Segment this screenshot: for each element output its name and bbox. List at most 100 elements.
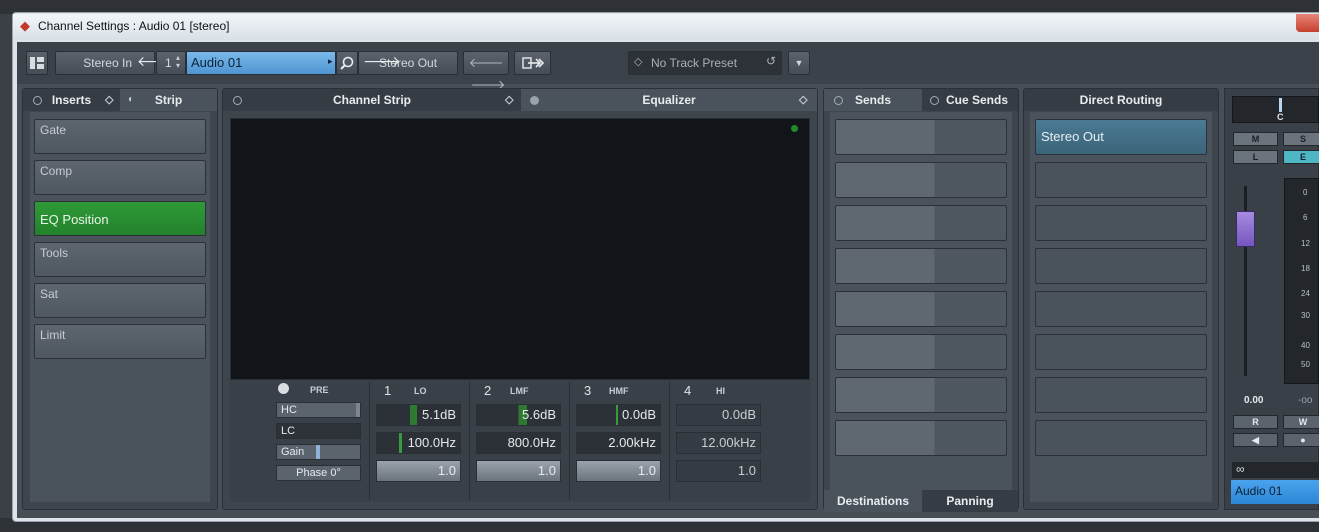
routing-slot[interactable] bbox=[1035, 377, 1207, 413]
strip-slot-limit[interactable]: Limit bbox=[34, 324, 206, 359]
channel-number-spinner[interactable]: 1 bbox=[156, 51, 186, 75]
track-preset-selector[interactable]: No Track Preset bbox=[628, 51, 782, 75]
reset-preset-icon[interactable]: ↺ bbox=[766, 54, 776, 68]
tab-strip[interactable]: ◐ Strip bbox=[120, 89, 217, 111]
band-2-name: LMF bbox=[510, 386, 529, 396]
edit-button[interactable]: E bbox=[1283, 150, 1319, 164]
band-divider bbox=[469, 382, 470, 500]
band-2-gain-field[interactable]: 5.6dB bbox=[476, 404, 561, 426]
find-track-button[interactable] bbox=[336, 51, 358, 75]
send-slot[interactable] bbox=[835, 420, 1007, 456]
mute-button[interactable]: M bbox=[1233, 132, 1278, 146]
tab-cue-sends[interactable]: Cue Sends bbox=[922, 89, 1018, 111]
view-toggle-button[interactable] bbox=[26, 51, 48, 75]
input-routing-label: Stereo In bbox=[83, 56, 132, 70]
band-2-freq-field[interactable]: 800.0Hz bbox=[476, 432, 561, 454]
band-2-q-field[interactable]: 1.0 bbox=[476, 460, 561, 482]
tab-destinations-label: Destinations bbox=[836, 494, 909, 508]
sends-bypass-radio[interactable] bbox=[834, 96, 843, 105]
send-slot[interactable] bbox=[835, 334, 1007, 370]
tab-panning-label: Panning bbox=[946, 494, 994, 508]
strip-slot-tools[interactable]: Tools bbox=[34, 242, 206, 277]
strip-power-icon[interactable]: ◐ bbox=[128, 89, 134, 111]
pre-gain-handle[interactable] bbox=[316, 445, 320, 459]
tab-channel-strip-label: Channel Strip bbox=[332, 93, 411, 107]
pre-enable-button[interactable] bbox=[278, 383, 289, 394]
listen-button[interactable]: L bbox=[1233, 150, 1278, 164]
tab-equalizer[interactable]: Equalizer ◇ bbox=[521, 89, 817, 111]
band-3-q-field[interactable]: 1.0 bbox=[576, 460, 661, 482]
routing-slot[interactable] bbox=[1035, 291, 1207, 327]
routing-slot[interactable] bbox=[1035, 162, 1207, 198]
track-name-field[interactable]: Audio 01 bbox=[186, 51, 336, 75]
eq-preset-icon[interactable]: ◇ bbox=[799, 89, 807, 111]
volume-readout[interactable]: 0.00 bbox=[1244, 395, 1263, 406]
band-2-number: 2 bbox=[484, 383, 492, 398]
window-title: Channel Settings : Audio 01 [stereo] bbox=[38, 19, 230, 33]
channel-strip-bypass-radio[interactable] bbox=[233, 96, 242, 105]
routing-slot[interactable] bbox=[1035, 205, 1207, 241]
tab-channel-strip[interactable]: Channel Strip ◇ bbox=[223, 89, 521, 111]
tab-sends[interactable]: Sends bbox=[824, 89, 922, 111]
volume-fader-handle[interactable] bbox=[1236, 211, 1255, 247]
eq-bypass-radio[interactable] bbox=[530, 96, 539, 105]
send-slot[interactable] bbox=[835, 162, 1007, 198]
monitor-button[interactable]: ◀ bbox=[1233, 433, 1278, 447]
band-1-gain-field[interactable]: 5.1dB bbox=[376, 404, 461, 426]
band-3-q: 1.0 bbox=[637, 463, 656, 478]
pan-control[interactable] bbox=[1232, 96, 1319, 123]
write-automation-button[interactable]: W bbox=[1283, 415, 1319, 429]
band-1-freq-field[interactable]: 100.0Hz bbox=[376, 432, 461, 454]
tab-panning[interactable]: Panning bbox=[922, 490, 1018, 512]
strip-slot-sat[interactable]: Sat bbox=[34, 283, 206, 318]
link-channel-button[interactable] bbox=[514, 51, 551, 75]
band-1-name: LO bbox=[414, 386, 427, 396]
strip-slot-eq-position[interactable]: EQ Position bbox=[34, 201, 206, 236]
inserts-bypass-radio[interactable] bbox=[33, 96, 42, 105]
read-automation-button[interactable]: R bbox=[1233, 415, 1278, 429]
band-4-freq-field[interactable]: 12.00kHz bbox=[676, 432, 761, 454]
preset-menu-button[interactable]: ▼ bbox=[788, 51, 810, 75]
meter-scale-label: 50 bbox=[1301, 360, 1310, 369]
send-slot[interactable] bbox=[835, 291, 1007, 327]
hc-filter-button[interactable]: HC bbox=[276, 402, 361, 418]
tab-strip-label: Strip bbox=[154, 93, 183, 107]
solo-button[interactable]: S bbox=[1283, 132, 1319, 146]
tab-destinations[interactable]: Destinations bbox=[824, 490, 922, 512]
band-1-q-field[interactable]: 1.0 bbox=[376, 460, 461, 482]
phase-button[interactable]: Phase 0° bbox=[276, 465, 361, 481]
routing-slot[interactable] bbox=[1035, 420, 1207, 456]
band-3-freq-field[interactable]: 2.00kHz bbox=[576, 432, 661, 454]
hc-filter-slider[interactable] bbox=[356, 403, 360, 417]
channel-name-field[interactable]: Audio 01 bbox=[1231, 480, 1319, 504]
pre-label: PRE bbox=[310, 385, 329, 395]
record-enable-button[interactable]: ● bbox=[1283, 433, 1319, 447]
close-button[interactable] bbox=[1296, 14, 1319, 32]
band-3-gain-field[interactable]: 0.0dB bbox=[576, 404, 661, 426]
send-slot[interactable] bbox=[835, 377, 1007, 413]
channel-strip-preset-icon[interactable]: ◇ bbox=[505, 89, 513, 111]
prev-channel-icon[interactable]: 🡐 bbox=[469, 55, 504, 70]
band-1-q: 1.0 bbox=[437, 463, 456, 478]
send-slot[interactable] bbox=[835, 205, 1007, 241]
band-4-freq: 12.00kHz bbox=[701, 435, 756, 450]
band-4-q-field[interactable]: 1.0 bbox=[676, 460, 761, 482]
layout-icon bbox=[30, 57, 44, 69]
lc-label: LC bbox=[281, 425, 296, 437]
band-2-q: 1.0 bbox=[537, 463, 556, 478]
link-rings-icon[interactable]: ∞ bbox=[1236, 462, 1245, 476]
eq-curve-display[interactable] bbox=[230, 118, 810, 380]
band-4-gain-field[interactable]: 0.0dB bbox=[676, 404, 761, 426]
lc-filter-button[interactable]: LC bbox=[276, 423, 361, 439]
routing-slot-active[interactable]: Stereo Out bbox=[1035, 119, 1207, 155]
prev-next-channel-buttons[interactable]: 🡐 🡒 bbox=[463, 51, 509, 92]
tab-inserts[interactable]: Inserts ◇ bbox=[23, 89, 120, 111]
send-slot[interactable] bbox=[835, 248, 1007, 284]
cue-sends-bypass-radio[interactable] bbox=[930, 96, 939, 105]
routing-slot[interactable] bbox=[1035, 248, 1207, 284]
strip-slot-comp[interactable]: Comp bbox=[34, 160, 206, 195]
send-slot[interactable] bbox=[835, 119, 1007, 155]
routing-slot[interactable] bbox=[1035, 334, 1207, 370]
strip-slot-gate[interactable]: Gate bbox=[34, 119, 206, 154]
inserts-preset-icon[interactable]: ◇ bbox=[105, 89, 113, 111]
